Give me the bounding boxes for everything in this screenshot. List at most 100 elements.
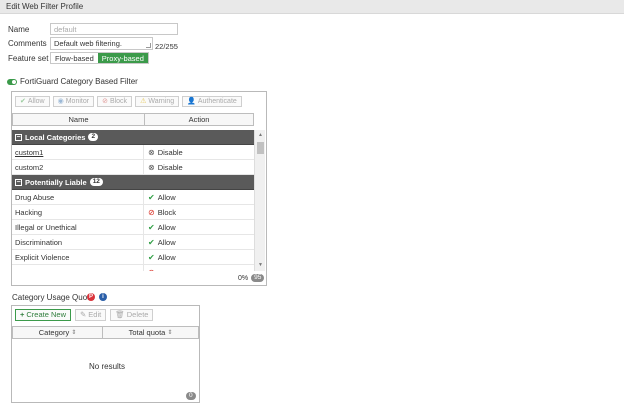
pencil-icon: ✎ (80, 310, 87, 319)
quota-footer: 0 (186, 392, 196, 400)
proxy-based-option[interactable]: Proxy-based (97, 53, 148, 63)
create-new-label: Create New (26, 310, 66, 319)
table-row[interactable]: custom1 ⊗ Disable (12, 145, 254, 160)
row-name: custom1 (12, 145, 144, 159)
table-row[interactable]: Discrimination ✔ Allow (12, 235, 254, 250)
column-total-quota[interactable]: Total quota ⇕ (103, 327, 198, 338)
allow-icon: ✔ (148, 192, 155, 202)
scroll-thumb[interactable] (257, 142, 264, 154)
row-name: Discrimination (12, 235, 144, 249)
quota-count-badge: 0 (186, 392, 196, 400)
footer-count-badge: 95 (251, 274, 265, 282)
delete-button[interactable]: 🗑 Delete (110, 309, 154, 321)
row-name: Drug Abuse (12, 190, 144, 204)
comments-label: Comments (8, 39, 47, 48)
disable-icon: ⊗ (148, 147, 155, 157)
create-new-button[interactable]: + Create New (15, 309, 71, 321)
category-grid-body: − Local Categories 2 custom1 ⊗ Disable cust… (12, 130, 254, 271)
row-name: Explicit Violence (12, 250, 144, 264)
row-action: Block (157, 207, 177, 217)
table-row[interactable]: Hacking ⊘ Block (12, 205, 254, 220)
column-category-label: Category (38, 328, 70, 337)
allow-icon: ✔ (148, 237, 155, 247)
authenticate-button[interactable]: 👤 Authenticate (182, 96, 242, 107)
table-row[interactable]: Illegal or Unethical ✔ Allow (12, 220, 254, 235)
table-row-partial[interactable]: ⊘ (12, 265, 254, 271)
column-name[interactable]: Name (13, 114, 145, 125)
action-toolbar: ✔ Allow ◉ Monitor ⊘ Block ⚠ Warning 👤 Authent… (15, 96, 242, 107)
proxy-badge-icon: P (87, 293, 95, 301)
group-name: Potentially Liable (25, 177, 87, 187)
warning-label: Warning (148, 98, 175, 105)
block-label: Block (109, 98, 128, 105)
user-icon: 👤 (187, 98, 196, 105)
fortiguard-label: FortiGuard Category Based Filter (20, 77, 138, 86)
feature-set-label: Feature set (8, 54, 49, 63)
warning-button[interactable]: ⚠ Warning (135, 96, 180, 107)
authenticate-label: Authenticate (197, 98, 237, 105)
group-row-potentially-liable[interactable]: − Potentially Liable 12 (12, 175, 254, 190)
row-name: Illegal or Unethical (12, 220, 144, 234)
column-category[interactable]: Category ⇕ (13, 327, 103, 338)
scroll-up-icon[interactable]: ▲ (258, 132, 263, 138)
vertical-scrollbar[interactable]: ▲ ▼ (254, 130, 265, 271)
group-row-local-categories[interactable]: − Local Categories 2 (12, 130, 254, 145)
column-action[interactable]: Action (145, 114, 253, 125)
quota-grid-header: Category ⇕ Total quota ⇕ (12, 326, 199, 339)
row-action: Allow (157, 192, 176, 202)
warning-icon: ⚠ (140, 98, 147, 105)
row-action: Disable (157, 162, 183, 172)
allow-icon: ✔ (148, 252, 155, 262)
empty-results: No results (89, 362, 126, 371)
allow-button[interactable]: ✔ Allow (15, 96, 50, 107)
category-grid-header: Name Action (12, 113, 254, 126)
row-name: custom2 (12, 160, 144, 174)
allow-label: Allow (27, 98, 45, 105)
table-row[interactable]: custom2 ⊗ Disable (12, 160, 254, 175)
edit-label: Edit (88, 310, 102, 319)
feature-set-toggle: Flow-based Proxy-based (50, 52, 149, 64)
block-icon: ⊘ (102, 98, 108, 105)
footer-percent: 0% (238, 274, 249, 282)
sort-icon[interactable]: ⇕ (167, 329, 172, 336)
flow-based-option[interactable]: Flow-based (51, 53, 98, 63)
block-icon: ⊘ (148, 268, 155, 272)
row-action: Allow (157, 237, 176, 247)
group-count: 12 (89, 178, 103, 186)
collapse-icon[interactable]: − (15, 133, 22, 141)
block-icon: ⊘ (148, 207, 155, 217)
collapse-icon[interactable]: − (15, 178, 22, 186)
resize-handle-icon[interactable] (146, 43, 151, 48)
row-action: Allow (157, 222, 176, 232)
row-action: Disable (157, 147, 183, 157)
monitor-label: Monitor (65, 98, 90, 105)
delete-label: Delete (126, 310, 149, 319)
trash-icon: 🗑 (115, 310, 125, 319)
block-button[interactable]: ⊘ Block (97, 96, 133, 107)
check-circle-icon: ✔ (20, 98, 26, 105)
fortiguard-toggle[interactable] (7, 79, 17, 85)
eye-icon: ◉ (57, 98, 64, 105)
quota-label: Category Usage Quota (12, 293, 94, 302)
sort-icon[interactable]: ⇕ (71, 329, 76, 336)
group-name: Local Categories (25, 132, 86, 142)
row-name: Hacking (12, 205, 144, 219)
category-footer: 0% 95 (238, 274, 265, 282)
column-total-quota-label: Total quota (128, 328, 166, 337)
scroll-down-icon[interactable]: ▼ (258, 262, 263, 268)
comments-textarea[interactable]: Default web filtering. (50, 37, 153, 50)
dialog-title: Edit Web Filter Profile (0, 0, 624, 14)
name-input[interactable]: default (50, 23, 178, 35)
info-icon[interactable]: i (99, 293, 107, 301)
monitor-button[interactable]: ◉ Monitor (52, 96, 95, 107)
disable-icon: ⊗ (148, 162, 155, 172)
name-label: Name (8, 25, 30, 34)
table-row[interactable]: Explicit Violence ✔ Allow (12, 250, 254, 265)
comments-counter: 22/255 (155, 42, 178, 51)
table-row[interactable]: Drug Abuse ✔ Allow (12, 190, 254, 205)
row-action: Allow (157, 252, 176, 262)
quota-toolbar: + Create New ✎ Edit 🗑 Delete (15, 309, 154, 321)
allow-icon: ✔ (148, 222, 155, 232)
edit-button[interactable]: ✎ Edit (75, 309, 107, 321)
group-count: 2 (88, 133, 99, 141)
